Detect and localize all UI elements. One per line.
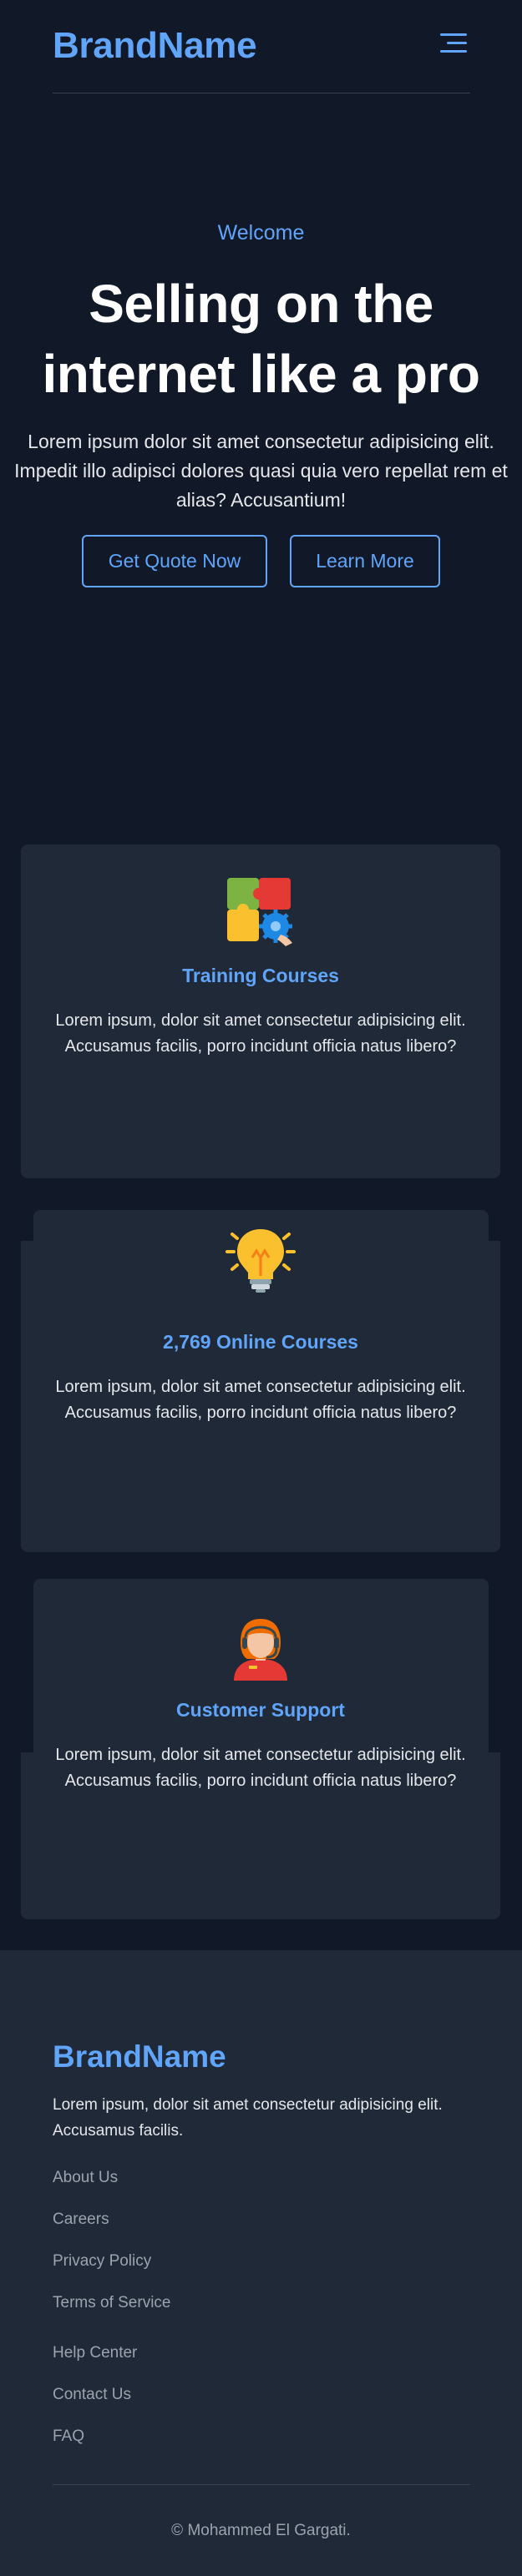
footer-description: Lorem ipsum, dolor sit amet consectetur … (53, 2096, 443, 2140)
footer-divider (53, 2484, 470, 2485)
feature-title: 2,769 Online Courses (163, 1331, 358, 1353)
feature-description: Lorem ipsum, dolor sit amet consectetur … (55, 1746, 466, 1790)
footer-link-contact-us[interactable]: Contact Us (53, 2386, 131, 2404)
hero-title-line-2: internet like a pro (42, 344, 480, 404)
footer-link-help-center[interactable]: Help Center (53, 2344, 137, 2362)
hero-title: Selling on the internet like a pro (17, 269, 505, 409)
footer-link-privacy-policy[interactable]: Privacy Policy (53, 2252, 151, 2271)
lightbulb-icon (226, 1224, 296, 1294)
site-header: BrandName (53, 0, 470, 93)
footer-link-faq[interactable]: FAQ (53, 2427, 84, 2446)
footer-link-terms-of-service[interactable]: Terms of Service (53, 2294, 170, 2312)
brand-logo[interactable]: BrandName (53, 25, 257, 67)
feature-description: Lorem ipsum, dolor sit amet consectetur … (55, 1378, 466, 1422)
hero-description: Lorem ipsum dolor sit amet consectetur a… (14, 431, 508, 511)
hero-eyebrow: Welcome (217, 221, 305, 244)
footer-link-careers[interactable]: Careers (53, 2211, 109, 2229)
feature-card: Training Courses Lorem ipsum, dolor sit … (21, 844, 500, 1178)
copyright: © Mohammed El Gargati. (171, 2522, 351, 2539)
puzzle-icon (226, 876, 296, 946)
support-agent-icon (226, 1611, 296, 1681)
footer-link-about-us[interactable]: About Us (53, 2169, 118, 2187)
hero-title-line-1: Selling on the (89, 274, 433, 334)
site-footer: BrandName Lorem ipsum, dolor sit amet co… (0, 1950, 522, 2576)
footer-brand[interactable]: BrandName (53, 2039, 226, 2074)
learn-more-button[interactable]: Learn More (290, 535, 440, 587)
menu-icon[interactable] (440, 33, 467, 55)
feature-title: Customer Support (176, 1699, 345, 1721)
feature-card: 2,769 Online Courses Lorem ipsum, dolor … (21, 1229, 500, 1552)
feature-title: Training Courses (182, 965, 339, 986)
feature-description: Lorem ipsum, dolor sit amet consectetur … (55, 1011, 466, 1056)
get-quote-button[interactable]: Get Quote Now (82, 535, 267, 587)
